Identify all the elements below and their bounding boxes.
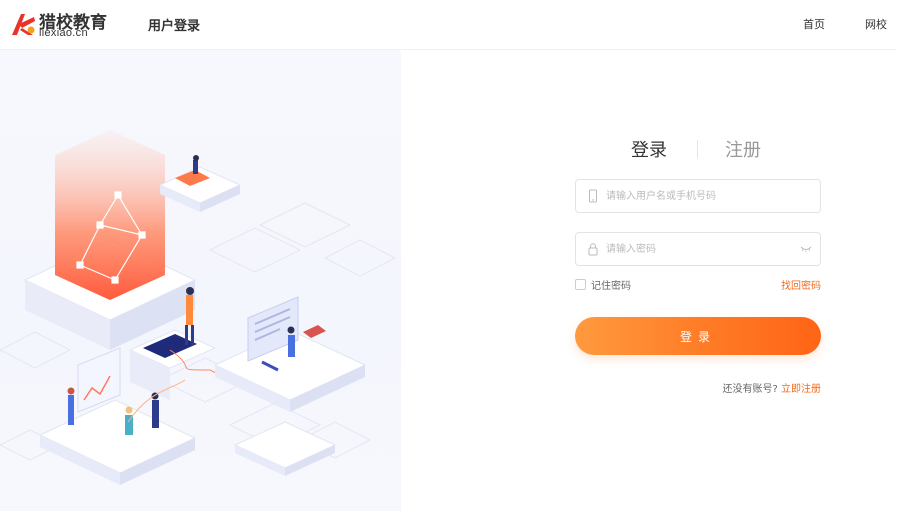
remember-label: 记住密码 [591,280,631,292]
top-small-platform [158,155,242,212]
brand-logo[interactable]: 猎校教育 liexiao.cn [9,8,114,40]
tab-login[interactable]: 登录 [631,136,667,162]
brand-name-en: liexiao.cn [39,27,88,39]
tab-divider [697,140,698,158]
bottom-left-platform [38,347,197,485]
phone-icon [589,189,597,203]
signup-row: 还没有账号? 立即注册 [723,380,822,395]
eye-closed-icon[interactable] [800,244,812,254]
login-button[interactable]: 登录 [575,317,821,355]
top-header: 猎校教育 liexiao.cn 用户登录 首页 网校 [0,0,897,50]
signup-link[interactable]: 立即注册 [781,384,821,395]
isometric-illustration [0,130,397,485]
nav-home-link[interactable]: 首页 [803,16,825,32]
username-input[interactable] [606,180,786,212]
login-illustration [0,50,401,511]
username-field[interactable] [575,179,821,213]
lock-icon [588,243,598,256]
forgot-password-link[interactable]: 找回密码 [781,277,821,292]
login-panel: 登录 注册 记住密码 找回密码 登录 还没有账号? 立即注册 [401,50,897,511]
right-platform [213,296,367,412]
page-title: 用户登录 [148,19,201,34]
auth-tabs: 登录 注册 [631,136,831,166]
main-platform [23,130,197,350]
tab-register[interactable]: 注册 [725,136,761,162]
password-input[interactable] [606,233,786,265]
remember-password[interactable]: 记住密码 [575,277,631,292]
remember-checkbox[interactable] [575,278,586,290]
nav-school-link[interactable]: 网校 [865,16,887,32]
password-field[interactable] [575,232,821,266]
logo-mark-icon [12,14,35,35]
signup-prompt: 还没有账号? [722,384,778,395]
